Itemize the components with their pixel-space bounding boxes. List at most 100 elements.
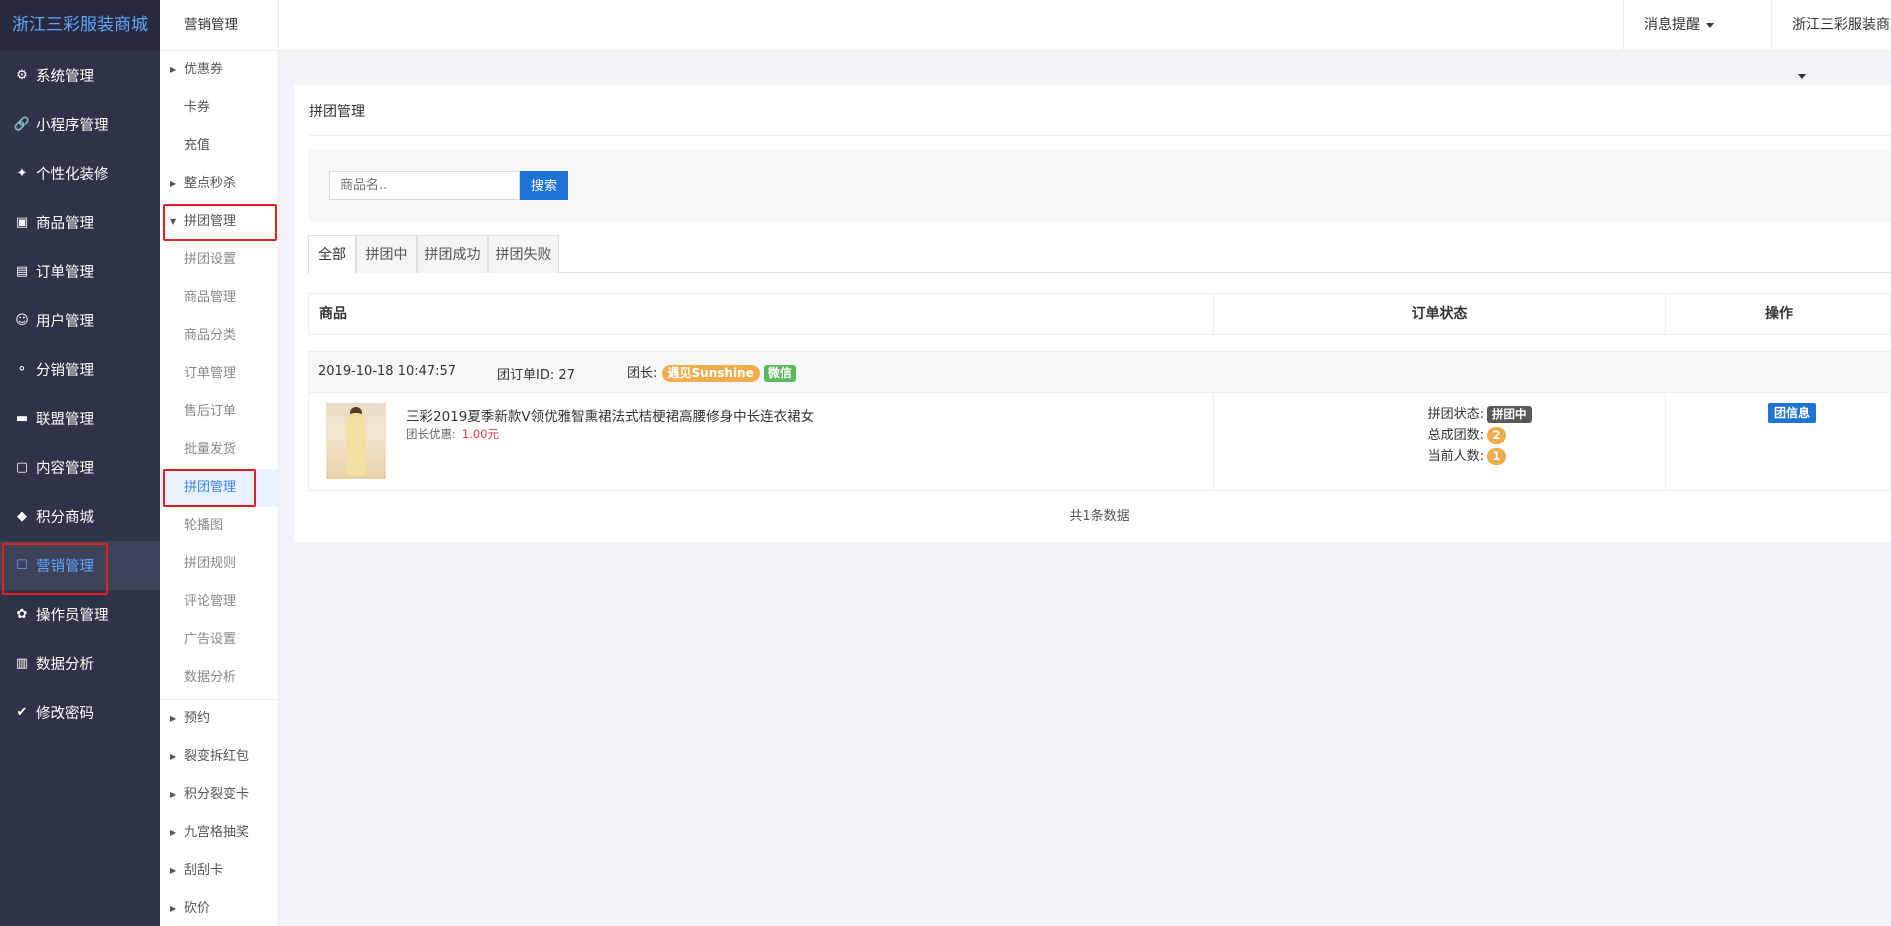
sub-nav-item[interactable]: 批量发货	[160, 431, 278, 469]
nav-item-cube[interactable]: ◆ 积分商城	[0, 492, 160, 541]
sub-nav-label: 预约	[184, 711, 211, 726]
discount-value: 1.00元	[461, 427, 499, 441]
leader-discount: 团长优惠: 1.00元	[406, 426, 499, 442]
brand-title: 浙江三彩服装商城	[0, 0, 160, 51]
nav-item-marketing[interactable]: ☐ 营销管理	[0, 541, 160, 595]
group-order-id: 团订单ID: 27	[497, 364, 575, 383]
sub-nav-item[interactable]: 轮播图	[160, 507, 278, 545]
sub-nav-item[interactable]: ▶ 刮刮卡	[160, 852, 278, 890]
sub-nav-item[interactable]: 商品管理	[160, 279, 278, 317]
sub-nav-label: 拼团管理	[184, 480, 237, 495]
shield-icon: ✔	[16, 705, 28, 720]
thumbnail-dress-shape	[346, 413, 366, 475]
leader-label: 团长:	[627, 366, 658, 381]
nav-item-label: 积分商城	[36, 510, 94, 526]
status-badge: 拼团中	[1487, 406, 1532, 423]
nav-item-content[interactable]: ▢ 内容管理	[0, 443, 160, 492]
sub-nav-item[interactable]: ▼ 拼团管理	[160, 203, 278, 241]
sub-nav-label: 批量发货	[184, 442, 237, 457]
nav-item-store[interactable]: ▬ 联盟管理	[0, 394, 160, 443]
sub-nav-item[interactable]: 售后订单	[160, 393, 278, 431]
sub-sidebar: 营销管理 ▶ 优惠券 卡券 充值 ▶ 整点秒杀 ▼ 拼团管理 拼团设置 商品管理 商品分类 订单管理售…	[160, 0, 279, 926]
nav-item-label: 操作员管理	[36, 608, 109, 624]
cube-icon: ◆	[17, 509, 27, 524]
nav-item-bag[interactable]: ▣ 商品管理	[0, 198, 160, 247]
nav-item-label: 内容管理	[36, 461, 94, 477]
search-button[interactable]: 搜索	[520, 171, 568, 200]
tab-all[interactable]: 全部	[308, 235, 356, 274]
sub-nav-item[interactable]: 拼团管理	[160, 469, 278, 507]
sub-nav-label: 刮刮卡	[184, 863, 224, 878]
paint-icon: ✦	[16, 166, 28, 181]
divider	[1665, 393, 1666, 490]
nav-item-shield[interactable]: ✔ 修改密码	[0, 688, 160, 737]
messages-dropdown[interactable]: 消息提醒	[1623, 0, 1771, 51]
sub-nav-item[interactable]: 拼团设置	[160, 241, 278, 279]
order-id-label: 团订单ID:	[497, 368, 555, 383]
group-leader: 团长: 遇见Sunshine 微信	[627, 362, 796, 382]
nav-item-link[interactable]: 🔗 小程序管理	[0, 100, 160, 149]
sub-nav-item[interactable]: 订单管理	[160, 355, 278, 393]
tab-in-progress[interactable]: 拼团中	[356, 235, 417, 273]
sub-nav-label: 积分裂变卡	[184, 787, 250, 802]
discount-label: 团长优惠:	[406, 427, 456, 441]
sitemap-icon: ⚬	[16, 362, 28, 377]
sub-nav-label: 卡券	[184, 100, 211, 115]
sub-nav-label: 拼团规则	[184, 556, 237, 571]
sub-nav-item[interactable]: ▶ 优惠券	[160, 51, 278, 89]
sub-nav-item[interactable]: 拼团规则	[160, 545, 278, 583]
sub-nav-label: 订单管理	[184, 366, 237, 381]
group-order-header: 2019-10-18 10:47:57 团订单ID: 27 团长: 遇见Suns…	[308, 351, 1891, 393]
main-sidebar: 浙江三彩服装商城 ⚙ 系统管理 🔗 小程序管理 ✦ 个性化装修 ▣ 商品管理 ▤ 订单管理 ☺ 用户管…	[0, 0, 160, 926]
sub-nav-item[interactable]: 商品分类	[160, 317, 278, 355]
sub-nav-item[interactable]: ▶ 砍价	[160, 890, 278, 926]
sub-nav-item[interactable]: 数据分析	[160, 659, 278, 697]
sub-nav-item[interactable]: ▶ 九宫格抽奖	[160, 814, 278, 852]
total-groups-label: 总成团数:	[1427, 428, 1484, 443]
tab-success[interactable]: 拼团成功	[417, 235, 488, 273]
top-header: 消息提醒 浙江三彩服装商城	[279, 0, 1891, 79]
nav-item-label: 用户管理	[36, 314, 94, 330]
sub-nav-item[interactable]: ▶ 整点秒杀	[160, 165, 278, 203]
sub-nav-item[interactable]: 广告设置	[160, 621, 278, 659]
group-datetime: 2019-10-18 10:47:57	[318, 364, 457, 379]
search-input[interactable]	[329, 171, 520, 200]
product-thumbnail[interactable]	[326, 403, 386, 479]
nav-item-label: 个性化装修	[36, 167, 109, 183]
sub-nav-item[interactable]: ▶ 预约	[160, 700, 278, 738]
tab-failed[interactable]: 拼团失败	[488, 235, 559, 273]
group-info-button[interactable]: 团信息	[1768, 403, 1817, 423]
nav-item-gear[interactable]: ⚙ 系统管理	[0, 51, 160, 100]
link-icon: 🔗	[13, 117, 31, 132]
sub-nav-label: 商品管理	[184, 290, 237, 305]
nav-item-user[interactable]: ☺ 用户管理	[0, 296, 160, 345]
sub-nav-item[interactable]: 充值	[160, 127, 278, 165]
caret-down-icon	[1706, 22, 1714, 28]
status-labels: 拼团状态: 总成团数: 当前人数:	[1374, 404, 1484, 467]
sub-nav-item[interactable]: ▶ 裂变拆红包	[160, 738, 278, 776]
sub-nav-item[interactable]: ▶ 积分裂变卡	[160, 776, 278, 814]
column-header-product: 商品	[319, 306, 347, 322]
nav-item-paint[interactable]: ✦ 个性化装修	[0, 149, 160, 198]
gear-icon: ⚙	[16, 68, 28, 83]
total-groups-badge: 2	[1487, 427, 1506, 444]
table-header: 商品 订单状态 操作	[308, 293, 1891, 335]
cog-icon: ✿	[16, 607, 28, 622]
nav-item-label: 分销管理	[36, 363, 94, 379]
search-bar: 搜索	[308, 150, 1891, 222]
nav-item-sitemap[interactable]: ⚬ 分销管理	[0, 345, 160, 394]
triangle-right-icon: ▶	[170, 714, 177, 723]
status-tabs: 全部 拼团中 拼团成功 拼团失败	[308, 235, 1891, 274]
sub-nav-item[interactable]: 评论管理	[160, 583, 278, 621]
triangle-right-icon: ▶	[170, 790, 177, 799]
sub-nav-label: 优惠券	[184, 62, 224, 77]
nav-item-order[interactable]: ▤ 订单管理	[0, 247, 160, 296]
nav-item-cog[interactable]: ✿ 操作员管理	[0, 590, 160, 639]
sub-nav-item[interactable]: 卡券	[160, 89, 278, 127]
status-label: 拼团状态:	[1427, 407, 1484, 422]
triangle-right-icon: ▶	[170, 828, 177, 837]
nav-item-chart[interactable]: ▥ 数据分析	[0, 639, 160, 688]
store-dropdown[interactable]: 浙江三彩服装商城	[1771, 0, 1891, 79]
sub-nav-label: 评论管理	[184, 594, 237, 609]
product-name[interactable]: 三彩2019夏季新款V领优雅智熏裙法式桔梗裙高腰修身中长连衣裙女	[406, 405, 814, 425]
